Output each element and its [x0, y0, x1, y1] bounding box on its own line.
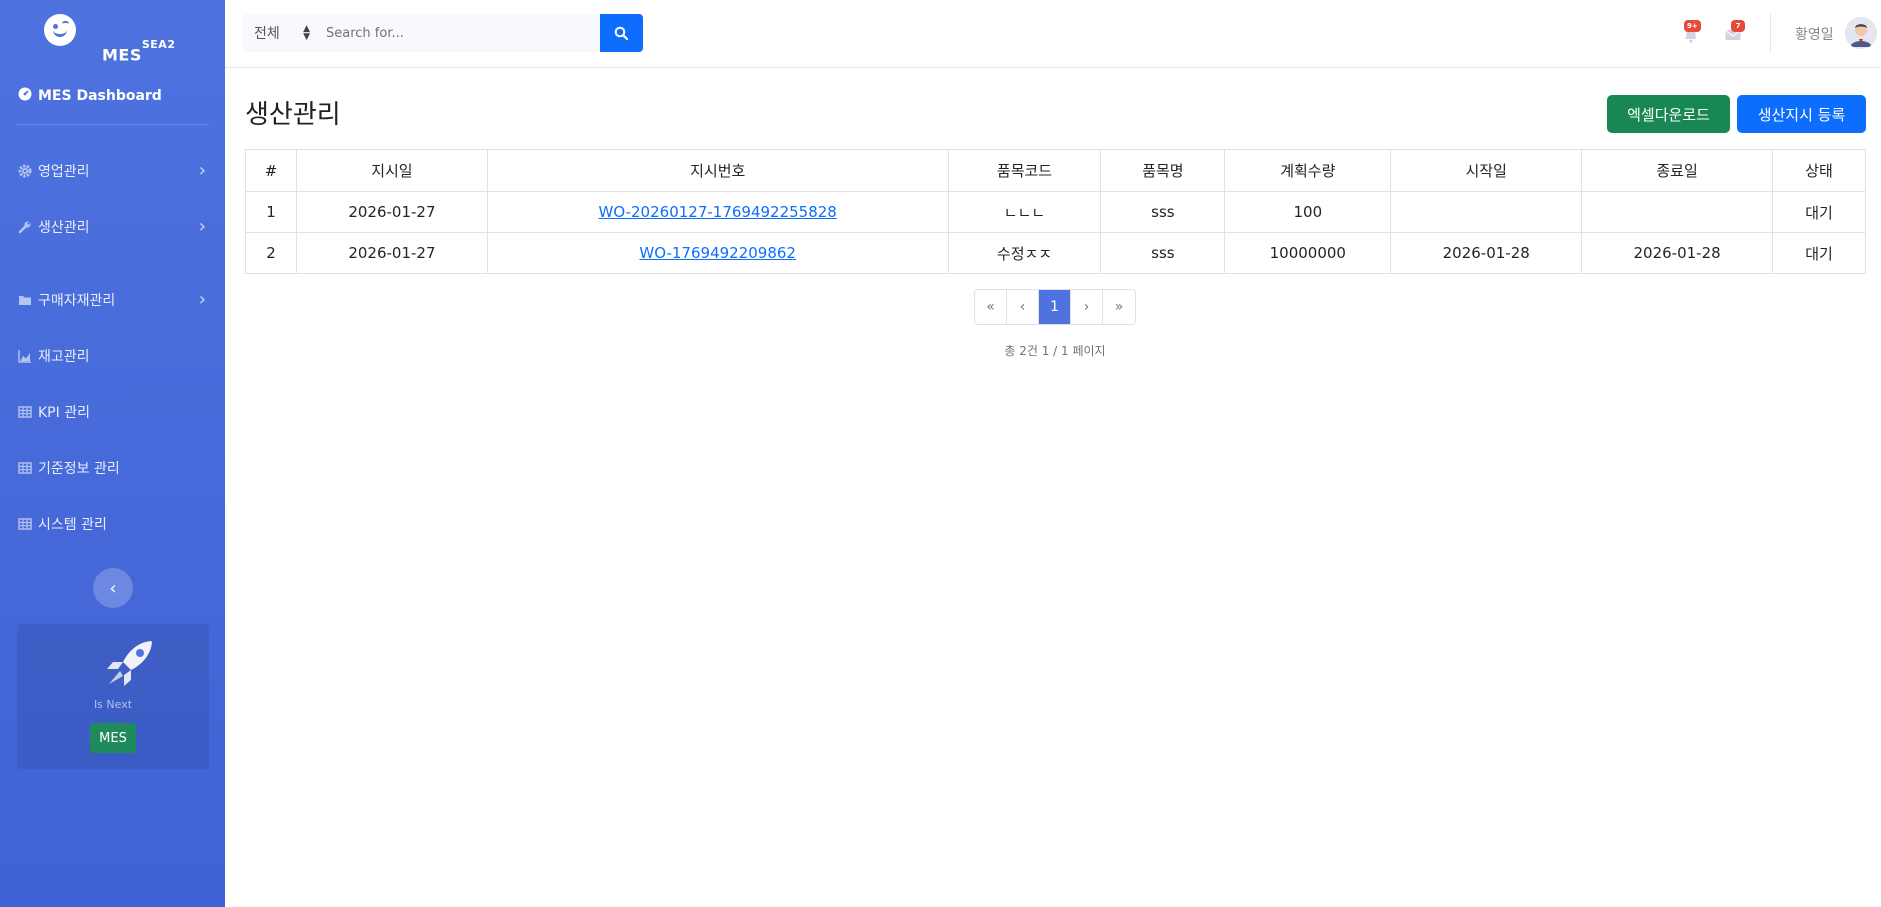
planned-quantity: 10000000	[1224, 232, 1392, 274]
pagination: « ‹ 1 › »	[974, 289, 1136, 325]
search-button[interactable]	[600, 14, 643, 52]
start-date	[1390, 191, 1583, 233]
sidebar-item-label: 시스템 관리	[38, 517, 107, 533]
chevron-right-icon: ›	[198, 160, 206, 181]
sidebar-item-label: 구매자재관리	[38, 293, 116, 309]
wink-face-logo-icon	[44, 14, 76, 46]
sidebar-toggle-button[interactable]: ‹	[93, 568, 133, 608]
sidebar-item-label: 생산관리	[38, 220, 90, 236]
sidebar-divider	[16, 124, 209, 125]
end-date: 2026-01-28	[1581, 232, 1774, 274]
column-header[interactable]: 종료일	[1581, 149, 1774, 192]
rocket-icon	[107, 641, 152, 686]
order-number-link[interactable]: WO-1769492209862	[639, 244, 796, 262]
excel-download-button[interactable]: 엑셀다운로드	[1607, 95, 1730, 133]
status: 대기	[1772, 191, 1866, 233]
brand[interactable]: MESSEA2	[0, 0, 225, 75]
nav-dashboard[interactable]: MES Dashboard	[18, 87, 162, 105]
planned-quantity: 100	[1224, 191, 1392, 233]
column-header[interactable]: 지시번호	[486, 149, 949, 192]
folder-icon	[18, 293, 32, 307]
search-category-value: 전체	[254, 26, 280, 42]
sidebar-item-master-data[interactable]: 기준정보 관리	[18, 458, 208, 478]
sidebar-item-label: 영업관리	[38, 164, 90, 180]
promo-text: Is Next	[93, 698, 133, 711]
sidebar-item-production[interactable]: 생산관리 ›	[18, 216, 208, 237]
promo-mes-button[interactable]: MES	[90, 723, 136, 753]
table-header-row: # 지시일 지시번호 품목코드 품목명 계획수량 시작일 종료일 상태	[245, 149, 1866, 192]
column-header[interactable]: 품목명	[1100, 149, 1226, 192]
sidebar: MESSEA2 MES Dashboard 영업관리 › 생산관리 › 구매자재…	[0, 0, 225, 907]
item-name: sss	[1100, 232, 1226, 274]
sidebar-item-label: KPI 관리	[38, 405, 90, 421]
order-number-link[interactable]: WO-20260127-1769492255828	[599, 203, 837, 221]
sidebar-item-purchasing[interactable]: 구매자재관리 ›	[18, 289, 208, 310]
start-date: 2026-01-28	[1390, 232, 1583, 274]
search-input[interactable]	[320, 14, 600, 52]
select-caret-icon: ▲ ▼	[303, 24, 310, 42]
row-number: 2	[245, 232, 297, 274]
column-header[interactable]: 지시일	[295, 149, 488, 192]
alerts-badge: 9+	[1684, 20, 1701, 32]
avatar[interactable]	[1845, 17, 1877, 49]
search-category-select[interactable]: 전체 ▲ ▼	[242, 14, 320, 52]
column-header[interactable]: 시작일	[1390, 149, 1583, 192]
item-name: sss	[1100, 191, 1226, 233]
gear-icon	[18, 164, 32, 178]
table-row[interactable]: 2 2026-01-27 WO-1769492209862 수정ㅈㅈ sss 1…	[245, 232, 1866, 274]
search-icon	[614, 26, 629, 40]
table-icon	[18, 461, 32, 475]
page-last-button[interactable]: »	[1103, 290, 1135, 324]
brand-text: MESSEA2	[102, 38, 176, 65]
nav-dashboard-label: MES Dashboard	[38, 88, 162, 104]
chevron-left-icon: ‹	[109, 577, 117, 599]
item-code: ㄴㄴㄴ	[947, 191, 1102, 233]
table-icon	[18, 405, 32, 419]
page-first-button[interactable]: «	[975, 290, 1007, 324]
wrench-icon	[18, 220, 32, 234]
topbar: 전체 ▲▼ 9+ 7 황영일	[225, 0, 1881, 68]
sidebar-item-label: 기준정보 관리	[38, 461, 120, 477]
chevron-right-icon: ›	[198, 216, 206, 237]
page-prev-button[interactable]: ‹	[1007, 290, 1039, 324]
column-header[interactable]: 계획수량	[1224, 149, 1392, 192]
sidebar-item-system[interactable]: 시스템 관리	[18, 514, 208, 534]
column-header[interactable]: 상태	[1772, 149, 1866, 192]
table-row[interactable]: 1 2026-01-27 WO-20260127-1769492255828 ㄴ…	[245, 191, 1866, 233]
register-order-button[interactable]: 생산지시 등록	[1737, 95, 1866, 133]
order-date: 2026-01-27	[295, 232, 488, 274]
production-order-table: # 지시일 지시번호 품목코드 품목명 계획수량 시작일 종료일 상태 1 20…	[245, 149, 1866, 274]
order-date: 2026-01-27	[295, 191, 488, 233]
page-title: 생산관리	[245, 100, 341, 130]
order-number-cell: WO-1769492209862	[486, 232, 949, 274]
column-header: #	[245, 149, 297, 192]
pagination-summary: 총 2건 1 / 1 페이지	[1004, 344, 1106, 358]
chevron-right-icon: ›	[198, 289, 206, 310]
page-current-button[interactable]: 1	[1039, 290, 1071, 324]
messages-badge: 7	[1731, 20, 1745, 32]
column-header[interactable]: 품목코드	[947, 149, 1102, 192]
row-number: 1	[245, 191, 297, 233]
user-name[interactable]: 황영일	[1795, 24, 1834, 44]
topbar-divider	[1770, 14, 1771, 52]
item-code: 수정ㅈㅈ	[947, 232, 1102, 274]
sidebar-item-sales[interactable]: 영업관리 ›	[18, 160, 208, 181]
sidebar-promo-card: Is Next MES	[17, 624, 209, 769]
gauge-icon	[18, 87, 32, 105]
end-date	[1581, 191, 1774, 233]
order-number-cell: WO-20260127-1769492255828	[486, 191, 949, 233]
page-next-button[interactable]: ›	[1071, 290, 1103, 324]
sidebar-item-kpi[interactable]: KPI 관리	[18, 402, 208, 422]
status: 대기	[1772, 232, 1866, 274]
table-icon	[18, 517, 32, 531]
search-group: 전체 ▲ ▼	[242, 14, 643, 52]
